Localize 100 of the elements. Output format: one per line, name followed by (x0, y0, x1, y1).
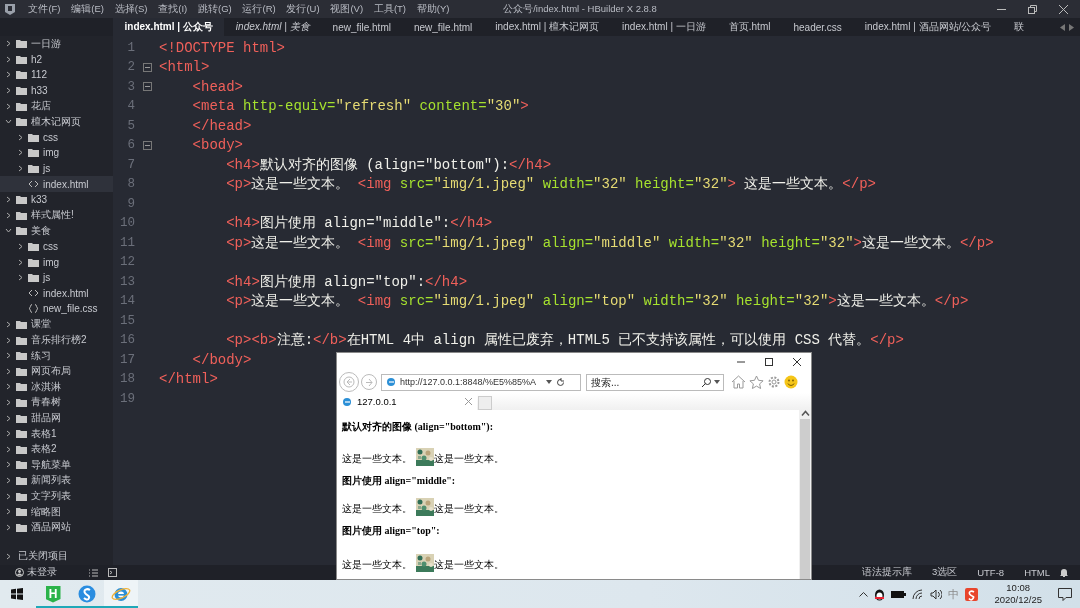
penguin-icon[interactable] (874, 587, 886, 601)
tree-item[interactable]: 网页布局 (0, 363, 113, 380)
wifi-icon[interactable] (912, 588, 925, 600)
folder-icon (16, 460, 27, 470)
close-icon[interactable] (1059, 4, 1068, 14)
status-item[interactable]: 3选区 (921, 566, 968, 579)
close-tab-icon[interactable] (465, 398, 472, 405)
bell-icon[interactable] (1060, 568, 1068, 577)
tree-item[interactable]: img (0, 254, 113, 270)
tree-item[interactable]: css (0, 238, 113, 255)
close-icon[interactable] (793, 358, 801, 366)
chevron-down-icon[interactable] (5, 118, 12, 126)
tree-item[interactable]: 青春树 (0, 394, 113, 411)
ime-icon[interactable] (965, 587, 979, 601)
editor-tab[interactable]: index.html | 檀木记网页 (483, 18, 611, 36)
editor-tab[interactable]: new_file.html (321, 18, 403, 36)
fold-icon[interactable] (142, 82, 152, 92)
scroll-left-icon[interactable] (1060, 23, 1065, 31)
chevron-right-icon[interactable] (17, 243, 24, 250)
address-field[interactable]: http://127.0.0.1:8848/%E5%85%A (381, 373, 581, 391)
tree-item[interactable]: 表格1 (0, 425, 113, 442)
chevron-down-icon[interactable] (5, 227, 12, 235)
menu-item[interactable]: 选择(S) (109, 2, 153, 16)
tree-item[interactable]: 美食 (0, 223, 113, 239)
tree-item[interactable]: 表格2 (0, 441, 113, 458)
editor-tab[interactable]: 联 (1002, 18, 1036, 36)
scroll-right-icon[interactable] (1069, 23, 1074, 31)
window-title: 公众号/index.html - HBuilder X 2.8.8 (502, 2, 658, 16)
menu-item[interactable]: 运行(R) (237, 2, 282, 16)
menu-item[interactable]: 文件(F) (23, 2, 66, 16)
settings-icon[interactable] (767, 375, 781, 389)
login-status[interactable]: 未登录 (27, 566, 57, 579)
tree-item[interactable]: 导航菜单 (0, 457, 113, 473)
editor-tab[interactable]: new_file.html (402, 18, 484, 36)
tree-item[interactable]: 样式属性! (0, 207, 113, 224)
tree-item[interactable]: 课堂 (0, 316, 113, 333)
tree-item[interactable]: 一日游 (0, 36, 113, 52)
menu-item[interactable]: 帮助(Y) (411, 2, 455, 16)
smiley-icon[interactable] (784, 375, 798, 389)
tree-item[interactable]: h2 (0, 51, 113, 68)
speaker-icon[interactable] (930, 588, 943, 600)
status-item[interactable]: UTF-8 (967, 567, 1015, 578)
menu-item[interactable]: 跳转(G) (192, 2, 238, 16)
editor-tab[interactable]: header.css (781, 18, 854, 36)
editor-tab[interactable]: index.html | 美食 (224, 18, 322, 36)
tree-item[interactable]: 文字列表 (0, 488, 113, 504)
tree-item[interactable]: css (0, 129, 113, 146)
maximize-icon[interactable] (765, 358, 773, 366)
list-icon[interactable] (89, 568, 98, 577)
menu-item[interactable]: 工具(T) (368, 2, 412, 16)
tree-item[interactable]: 甜品网 (0, 410, 113, 426)
tree-item[interactable]: k33 (0, 191, 113, 208)
terminal-icon[interactable] (108, 568, 117, 577)
search-field[interactable]: 搜索... (586, 373, 724, 391)
editor-tab[interactable]: 首页.html (717, 18, 782, 36)
star-icon[interactable] (749, 375, 764, 389)
tree-item[interactable]: js (0, 269, 113, 286)
restore-icon[interactable] (1028, 4, 1037, 14)
tree-item[interactable]: 练习 (0, 347, 113, 364)
fold-icon[interactable] (142, 140, 152, 150)
tree-item[interactable]: index.html (0, 285, 113, 302)
menu-item[interactable]: 视图(V) (325, 2, 369, 16)
tree-item[interactable]: js (0, 160, 113, 177)
menu-item[interactable]: 发行(U) (281, 2, 326, 16)
tree-item[interactable]: 花店 (0, 98, 113, 114)
notification-icon[interactable] (1058, 587, 1072, 601)
tree-item[interactable]: img (0, 145, 113, 161)
fold-icon[interactable] (142, 62, 152, 72)
battery-icon[interactable] (891, 589, 907, 599)
tree-item[interactable]: 酒品网站 (0, 519, 113, 535)
tree-item[interactable]: h33 (0, 82, 113, 99)
tree-item[interactable]: new_file.css (0, 301, 113, 317)
tree-item[interactable]: 音乐排行榜2 (0, 332, 113, 348)
dropdown-icon[interactable] (714, 380, 720, 384)
scroll-up-icon[interactable] (800, 410, 810, 417)
tree-item[interactable]: 缩略图 (0, 503, 113, 520)
tree-item[interactable]: 新闻列表 (0, 472, 113, 489)
status-item[interactable]: 语法提示库 (851, 566, 922, 579)
chevron-right-icon[interactable] (5, 321, 12, 328)
tree-item[interactable]: 冰淇淋 (0, 379, 113, 395)
refresh-icon[interactable] (556, 377, 565, 387)
editor-tab[interactable]: index.html | 酒品网站/公众号 (853, 18, 1003, 36)
editor-tab[interactable]: index.html | 公众号 (113, 18, 225, 36)
home-icon[interactable] (731, 375, 746, 389)
tree-item[interactable]: 112 (0, 67, 113, 83)
search-icon[interactable] (702, 377, 711, 387)
chevron-right-icon[interactable] (5, 552, 12, 560)
browser-tab[interactable]: 127.0.0.1 (337, 393, 477, 410)
dropdown-icon[interactable] (546, 380, 552, 384)
scrollbar-thumb[interactable] (800, 419, 810, 579)
tree-item[interactable]: index.html (0, 176, 113, 192)
taskbar-clock[interactable]: 10:08 2020/12/25 (994, 582, 1042, 606)
menu-item[interactable]: 编辑(E) (65, 2, 110, 16)
chevron-up-icon[interactable] (859, 591, 869, 597)
menu-item[interactable]: 查找(I) (152, 2, 193, 16)
tree-item[interactable]: 檀木记网页 (0, 113, 113, 130)
line-number: 5 (126, 118, 135, 133)
status-item[interactable]: HTML (1014, 567, 1060, 578)
closed-projects-label[interactable]: 已关闭项目 (18, 549, 68, 563)
editor-tab[interactable]: index.html | 一日游 (610, 18, 718, 36)
